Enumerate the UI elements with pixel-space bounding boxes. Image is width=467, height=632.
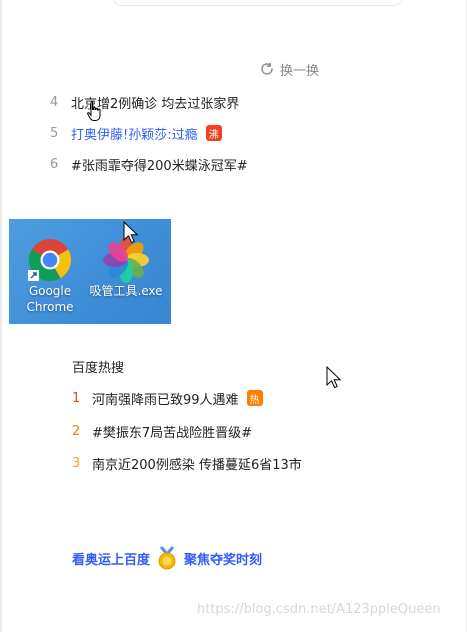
left-border [0, 0, 2, 632]
baidu-hot-title-text[interactable]: #樊振东7局苦战险胜晋级# [92, 422, 252, 441]
rank-number: 6 [50, 156, 59, 172]
refresh-icon [261, 62, 273, 75]
rank-number: 2 [72, 423, 81, 439]
arrow-cursor-icon [326, 366, 342, 389]
icon-label: Google [28, 284, 72, 298]
rank-number: 3 [72, 455, 81, 471]
hot-list-item-4[interactable]: 4 北京增2例确诊 均去过张家界 [50, 92, 239, 112]
refresh-button[interactable]: 换一换 [259, 60, 320, 79]
refresh-label: 换一换 [280, 63, 320, 79]
google-chrome-icon [28, 239, 72, 282]
footer-left-text[interactable]: 看奥运上百度 [72, 549, 150, 568]
hot-list-item-5[interactable]: 5 打奥伊藤!孙颖莎:过瘾 沸 [50, 123, 222, 143]
rank-number: 4 [50, 94, 59, 110]
olympics-footer-link[interactable]: 看奥运上百度 聚焦夺奖时刻 [72, 546, 262, 570]
baidu-hot-title: 百度热搜 [72, 361, 125, 376]
baidu-hot-item-3[interactable]: 3 南京近200例感染 传播蔓延6省13市 [72, 453, 302, 473]
desktop-screenshot: Google Chrome 吸管工具.exe [9, 219, 171, 324]
baidu-hot-title-text[interactable]: 南京近200例感染 传播蔓延6省13市 [92, 454, 302, 473]
rank-number: 1 [72, 390, 81, 406]
hand-cursor-icon [87, 101, 101, 121]
hot-badge: 热 [246, 390, 263, 406]
search-box-edge[interactable] [112, 0, 404, 6]
gold-medal-icon [158, 546, 176, 570]
baidu-hot-item-2[interactable]: 2 #樊振东7局苦战险胜晋级# [72, 421, 252, 441]
hot-list-title[interactable]: 打奥伊藤!孙颖莎:过瘾 [71, 124, 198, 143]
icon-label: Chrome [26, 300, 74, 314]
footer-right-text[interactable]: 聚焦夺奖时刻 [184, 549, 262, 568]
hot-list-title[interactable]: #张雨霏夺得200米蝶泳冠军# [71, 155, 248, 174]
desktop-icon-chrome[interactable]: Google Chrome [17, 237, 83, 315]
boiling-badge: 沸 [205, 125, 222, 141]
desktop-icon-photos[interactable]: 吸管工具.exe [89, 237, 163, 299]
hot-list-item-6[interactable]: 6 #张雨霏夺得200米蝶泳冠军# [50, 154, 248, 174]
icon-label: 吸管工具.exe [89, 284, 163, 298]
baidu-hot-item-1[interactable]: 1 河南强降雨已致99人遇难 热 [72, 388, 263, 408]
arrow-cursor-icon [123, 221, 139, 244]
csdn-watermark: https://blog.csdn.net/A123ppleQueen [197, 602, 441, 617]
rank-number: 5 [50, 125, 59, 141]
baidu-hot-title-text[interactable]: 河南强降雨已致99人遇难 [92, 389, 239, 408]
